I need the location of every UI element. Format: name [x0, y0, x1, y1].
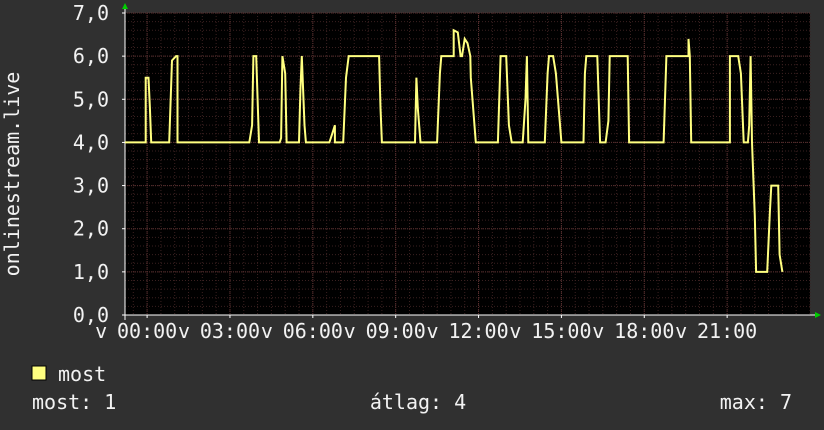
x-tick-label: 12:00 — [448, 319, 508, 343]
x-tick-marker: v — [675, 319, 687, 343]
y-axis-arrow — [122, 3, 128, 9]
y-tick-label: 1,0 — [73, 260, 109, 284]
stat-max: max: 7 — [720, 390, 792, 414]
x-tick-marker: v — [261, 319, 273, 343]
x-tick-marker: v — [178, 319, 190, 343]
x-axis-arrow — [815, 312, 821, 318]
x-tick-marker: v — [592, 319, 604, 343]
y-axis-label: onlinestream.live — [0, 72, 24, 277]
legend-swatch-most — [31, 365, 47, 381]
x-tick-label: 18:00 — [614, 319, 674, 343]
x-tick-label: 00:00 — [117, 319, 177, 343]
x-tick-label: 21:00 — [697, 319, 757, 343]
y-tick-label: 2,0 — [73, 217, 109, 241]
plot-background — [125, 13, 810, 315]
y-tick-label: 5,0 — [73, 87, 109, 111]
x-tick-label: 03:00 — [200, 319, 260, 343]
stat-current: most: 1 — [32, 390, 116, 414]
x-tick-labels: v 00:00 v 03:00 v 06:00 v 09:00 v 12:00 v 15:00 v 18:… — [95, 319, 757, 343]
x-tick-marker: v — [427, 319, 439, 343]
y-tick-labels: 0,01,02,03,04,05,06,07,0 — [73, 1, 109, 327]
x-tick-marker: v — [344, 319, 356, 343]
chart-root: 0,0 1,0 2,0 3,0 4,0 5,0 6,0 7,0 v 00:00 v 03:00 v 06… — [0, 0, 824, 430]
y-tick-label: 3,0 — [73, 174, 109, 198]
x-tick-marker: v — [95, 319, 107, 343]
x-tick-marker: v — [509, 319, 521, 343]
legend-label-most: most — [58, 362, 106, 386]
x-tick-label: 06:00 — [283, 319, 343, 343]
y-tick-label: 7,0 — [73, 1, 109, 25]
y-tick-label: 6,0 — [73, 44, 109, 68]
chart-svg: 0,01,02,03,04,05,06,07,0 v 00:00 v 03:00 v 06… — [0, 1, 821, 414]
y-tick-label: 4,0 — [73, 130, 109, 154]
x-tick-label: 15:00 — [531, 319, 591, 343]
x-tick-label: 09:00 — [366, 319, 426, 343]
stat-average: átlag: 4 — [370, 390, 466, 414]
